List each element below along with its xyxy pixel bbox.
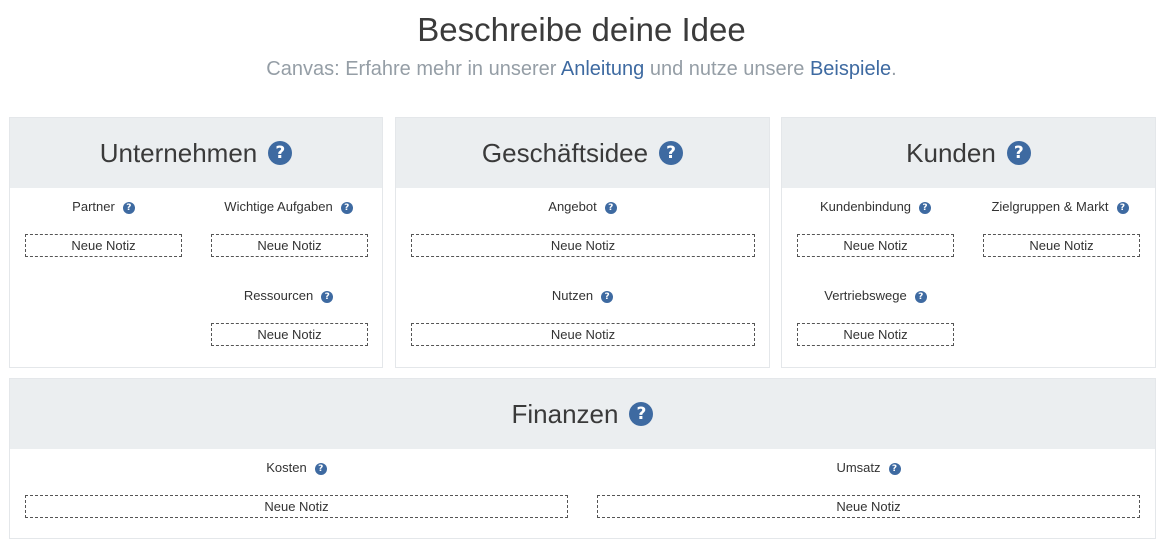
question-circle-icon[interactable]: ? [268, 141, 293, 165]
question-circle-icon[interactable]: ? [1116, 202, 1129, 214]
section-title-zielgruppen-markt: Zielgruppen & Markt [991, 199, 1109, 214]
question-circle-icon[interactable]: ? [629, 402, 654, 426]
question-circle-icon[interactable]: ? [888, 463, 901, 475]
question-circle-icon[interactable]: ? [604, 202, 617, 214]
new-note-button-nutzen[interactable]: Neue Notiz [411, 323, 755, 346]
new-note-button-partner[interactable]: Neue Notiz [25, 234, 182, 257]
section-label-ressourcen: Ressourcen? [210, 287, 367, 305]
section-label-kosten: Kosten? [25, 459, 568, 477]
page-subtitle: Canvas: Erfahre mehr in unserer Anleitun… [0, 55, 1163, 83]
new-note-button-umsatz[interactable]: Neue Notiz [597, 495, 1140, 518]
section-label-partner: Partner? [25, 198, 182, 216]
new-note-button-wichtige-aufgaben[interactable]: Neue Notiz [211, 234, 368, 257]
page-title: Beschreibe deine Idee [417, 11, 746, 48]
new-note-button-kosten[interactable]: Neue Notiz [25, 495, 568, 518]
section-label-nutzen: Nutzen? [411, 287, 754, 305]
section-title-kundenbindung: Kundenbindung [819, 199, 912, 214]
panel-title-unternehmen: Unternehmen [99, 137, 258, 168]
new-note-button-ressourcen[interactable]: Neue Notiz [211, 323, 368, 346]
panel-geschaeftsidee: Geschäftsidee? Angebot? Neue Notiz Nutze… [395, 117, 770, 368]
section-title-nutzen: Nutzen [551, 288, 594, 303]
question-circle-icon[interactable]: ? [1006, 141, 1031, 165]
panel-header-finanzen: Finanzen? [10, 379, 1155, 449]
question-circle-icon[interactable]: ? [340, 202, 353, 214]
new-note-button-angebot[interactable]: Neue Notiz [411, 234, 755, 257]
section-label-angebot: Angebot? [411, 198, 754, 216]
subtitle-suffix: . [891, 58, 897, 80]
section-title-umsatz: Umsatz [836, 460, 881, 475]
new-note-button-kundenbindung[interactable]: Neue Notiz [797, 234, 954, 257]
guide-link[interactable]: Anleitung [561, 58, 644, 80]
section-title-vertriebswege: Vertriebswege [824, 288, 907, 303]
new-note-button-zielgruppen-markt[interactable]: Neue Notiz [983, 234, 1140, 257]
panel-unternehmen: Unternehmen? Partner? Neue Notiz Wichtig… [9, 117, 383, 368]
section-label-umsatz: Umsatz? [597, 459, 1140, 477]
section-title-kosten: Kosten [266, 460, 307, 475]
panel-title-kunden: Kunden [906, 137, 996, 168]
section-title-ressourcen: Ressourcen [243, 288, 314, 303]
section-label-kundenbindung: Kundenbindung? [797, 198, 954, 216]
panel-header-unternehmen: Unternehmen? [10, 118, 382, 188]
question-circle-icon[interactable]: ? [314, 463, 327, 475]
question-circle-icon[interactable]: ? [914, 291, 927, 303]
panel-header-geschaeftsidee: Geschäftsidee? [396, 118, 769, 188]
question-circle-icon[interactable]: ? [919, 202, 932, 214]
panel-finanzen: Finanzen? Kosten? Neue Notiz Umsatz? Neu… [9, 378, 1156, 539]
new-note-button-vertriebswege[interactable]: Neue Notiz [797, 323, 954, 346]
question-circle-icon[interactable]: ? [321, 291, 334, 303]
subtitle-middle: und nutze unsere [644, 58, 810, 80]
panel-title-geschaeftsidee: Geschäftsidee [481, 137, 649, 168]
section-title-angebot: Angebot [548, 199, 597, 214]
section-title-wichtige-aufgaben: Wichtige Aufgaben [224, 199, 333, 214]
panel-kunden: Kunden? Kundenbindung? Neue Notiz Zielgr… [781, 117, 1156, 368]
question-circle-icon[interactable]: ? [659, 141, 684, 165]
question-circle-icon[interactable]: ? [601, 291, 614, 303]
question-circle-icon[interactable]: ? [122, 202, 135, 214]
section-label-vertriebswege: Vertriebswege? [797, 287, 954, 305]
section-label-wichtige-aufgaben: Wichtige Aufgaben? [210, 198, 367, 216]
panel-title-finanzen: Finanzen [511, 398, 619, 429]
panel-header-kunden: Kunden? [782, 118, 1155, 188]
section-label-zielgruppen-markt: Zielgruppen & Markt? [974, 198, 1146, 216]
subtitle-prefix: Canvas: Erfahre mehr in unserer [266, 58, 561, 80]
section-title-partner: Partner [72, 199, 115, 214]
examples-link[interactable]: Beispiele [810, 58, 891, 80]
